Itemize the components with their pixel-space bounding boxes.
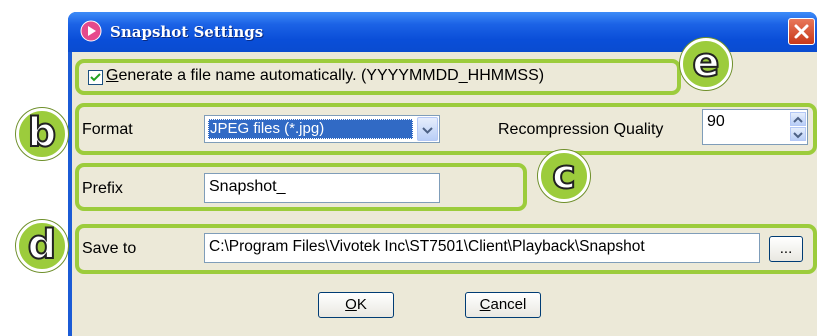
save-to-label: Save to	[82, 240, 137, 257]
callout-b: b	[16, 108, 68, 160]
format-label: Format	[82, 121, 133, 138]
quality-up-button[interactable]	[790, 112, 806, 126]
auto-name-checkbox[interactable]	[88, 70, 103, 85]
ok-accel: O	[345, 296, 357, 313]
quality-spinbox[interactable]: 90	[702, 109, 808, 145]
auto-name-accel: G	[106, 67, 119, 84]
checkmark-icon	[90, 73, 101, 82]
cancel-accel: C	[479, 296, 491, 313]
close-button[interactable]	[788, 18, 815, 45]
ok-button[interactable]: OK	[318, 292, 394, 318]
app-icon	[80, 20, 102, 42]
arrow-up-icon	[793, 116, 803, 123]
window-title: Snapshot Settings	[110, 23, 264, 41]
save-to-path-input[interactable]: C:\Program Files\Vivotek Inc\ST7501\Clie…	[204, 233, 760, 263]
callout-d: d	[16, 220, 68, 272]
callout-e: e	[680, 38, 732, 90]
dropdown-arrow-button[interactable]	[417, 117, 438, 141]
chevron-down-icon	[422, 127, 433, 134]
auto-name-text: enerate a file name automatically. (YYYY…	[118, 67, 545, 84]
recompression-quality-label: Recompression Quality	[498, 121, 664, 138]
format-dropdown[interactable]: JPEG files (*.jpg)	[204, 115, 440, 143]
prefix-label: Prefix	[82, 180, 123, 197]
cancel-button[interactable]: Cancel	[465, 292, 541, 318]
auto-name-label[interactable]: Generate a file name automatically. (YYY…	[106, 67, 544, 85]
format-selected-value: JPEG files (*.jpg)	[208, 119, 413, 139]
prefix-input[interactable]: Snapshot_	[204, 173, 440, 203]
close-icon	[794, 24, 809, 39]
quality-down-button[interactable]	[790, 127, 806, 141]
callout-c: c	[538, 150, 590, 202]
arrow-down-icon	[793, 132, 803, 139]
browse-button[interactable]: ...	[769, 236, 803, 262]
ok-text: K	[356, 296, 367, 313]
quality-value: 90	[707, 113, 725, 130]
cancel-text: ancel	[490, 296, 527, 313]
